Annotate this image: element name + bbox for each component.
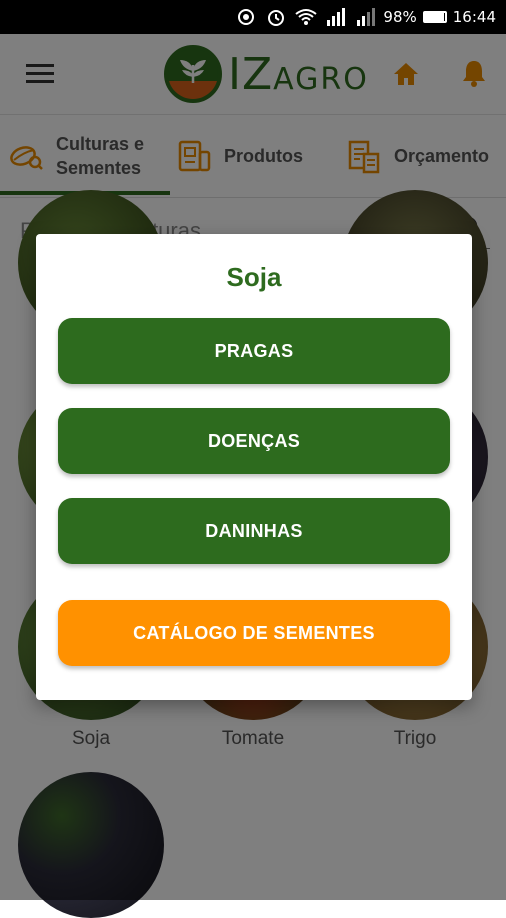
battery-icon: [422, 11, 447, 23]
doencas-button[interactable]: DOENÇAS: [58, 408, 450, 474]
crop-options-dialog: Soja PRAGAS DOENÇAS DANINHAS CATÁLOGO DE…: [36, 234, 472, 700]
dialog-title: Soja: [226, 262, 282, 292]
status-bar: 98% 16:44: [0, 0, 506, 34]
catalogo-sementes-button[interactable]: CATÁLOGO DE SEMENTES: [58, 600, 450, 666]
pragas-button[interactable]: PRAGAS: [58, 318, 450, 384]
wifi-icon: [295, 6, 318, 28]
daninhas-button[interactable]: DANINHAS: [58, 498, 450, 564]
battery-percentage: 98%: [383, 8, 417, 26]
alarm-icon: [265, 6, 287, 28]
signal-icon: [325, 6, 347, 28]
clock: 16:44: [452, 8, 496, 26]
signal-2-icon: [355, 6, 377, 28]
sync-icon: [235, 6, 257, 28]
